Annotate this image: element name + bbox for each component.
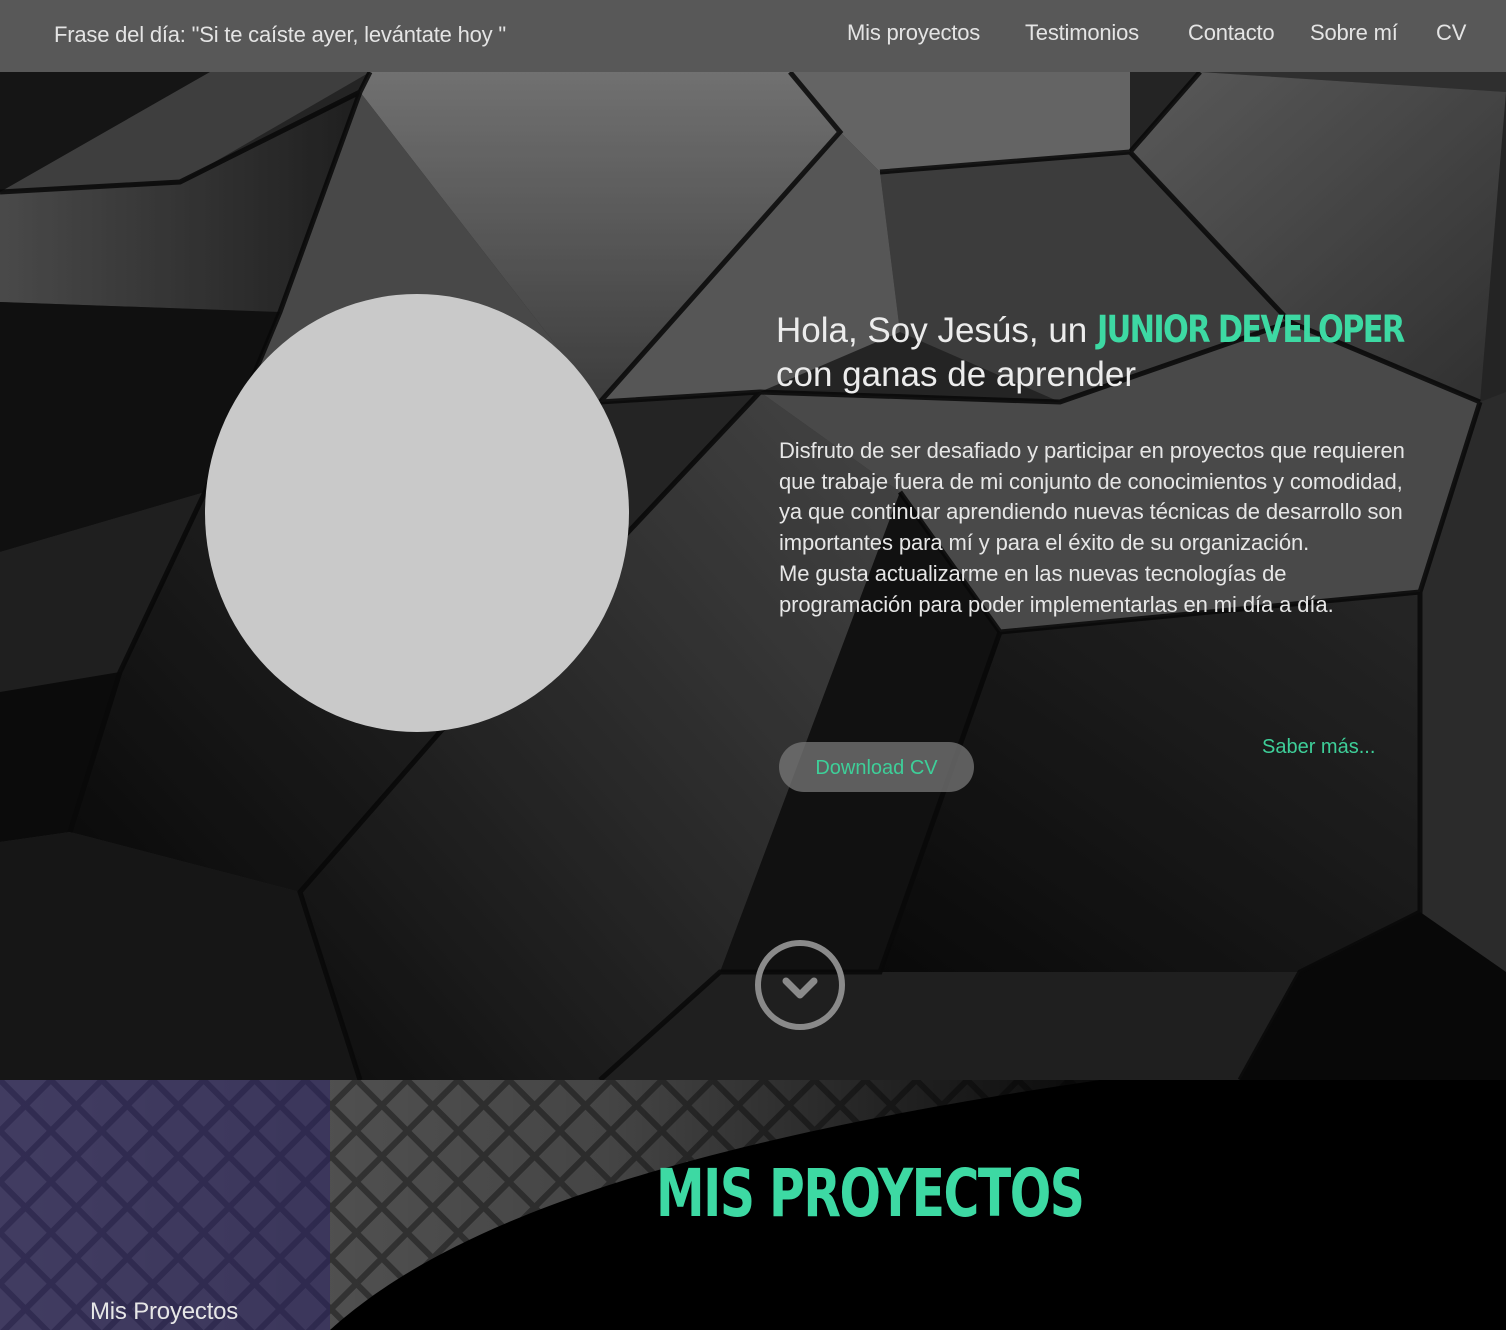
hero-paragraph-1: Disfruto de ser desafiado y participar e… xyxy=(779,438,1405,556)
saber-mas-link[interactable]: Saber más... xyxy=(1262,736,1375,759)
download-cv-button[interactable]: Download CV xyxy=(779,742,974,792)
hero-role: JUNIOR DEVELOPER xyxy=(1097,308,1405,351)
nav-link-cv[interactable]: CV xyxy=(1436,20,1466,46)
top-navbar: Frase del día: "Si te caíste ayer, leván… xyxy=(0,0,1506,72)
projects-section: MIS PROYECTOS Mis Proyectos xyxy=(0,1080,1506,1330)
daily-quote: Frase del día: "Si te caíste ayer, leván… xyxy=(54,22,506,47)
projects-heading: MIS PROYECTOS xyxy=(656,1155,1085,1232)
nav-link-about[interactable]: Sobre mí xyxy=(1310,20,1398,46)
hero-headline: Hola, Soy Jesús, un JUNIOR DEVELOPER con … xyxy=(776,308,1456,397)
hero-description: Disfruto de ser desafiado y participar e… xyxy=(779,436,1409,620)
hero-tagline: con ganas de aprender xyxy=(776,355,1136,394)
chevron-down-circle-icon[interactable] xyxy=(752,937,848,1033)
nav-link-contact[interactable]: Contacto xyxy=(1188,20,1275,46)
hero-paragraph-2: Me gusta actualizarme en las nuevas tecn… xyxy=(779,560,1334,617)
nav-link-projects[interactable]: Mis proyectos xyxy=(847,20,980,46)
hero-greeting: Hola, Soy Jesús, un xyxy=(776,311,1088,350)
profile-photo-placeholder xyxy=(205,294,629,732)
projects-card-label: Mis Proyectos xyxy=(90,1298,239,1325)
nav-link-testimonials[interactable]: Testimonios xyxy=(1025,20,1139,46)
hero-section: Hola, Soy Jesús, un JUNIOR DEVELOPER con … xyxy=(0,72,1506,1080)
